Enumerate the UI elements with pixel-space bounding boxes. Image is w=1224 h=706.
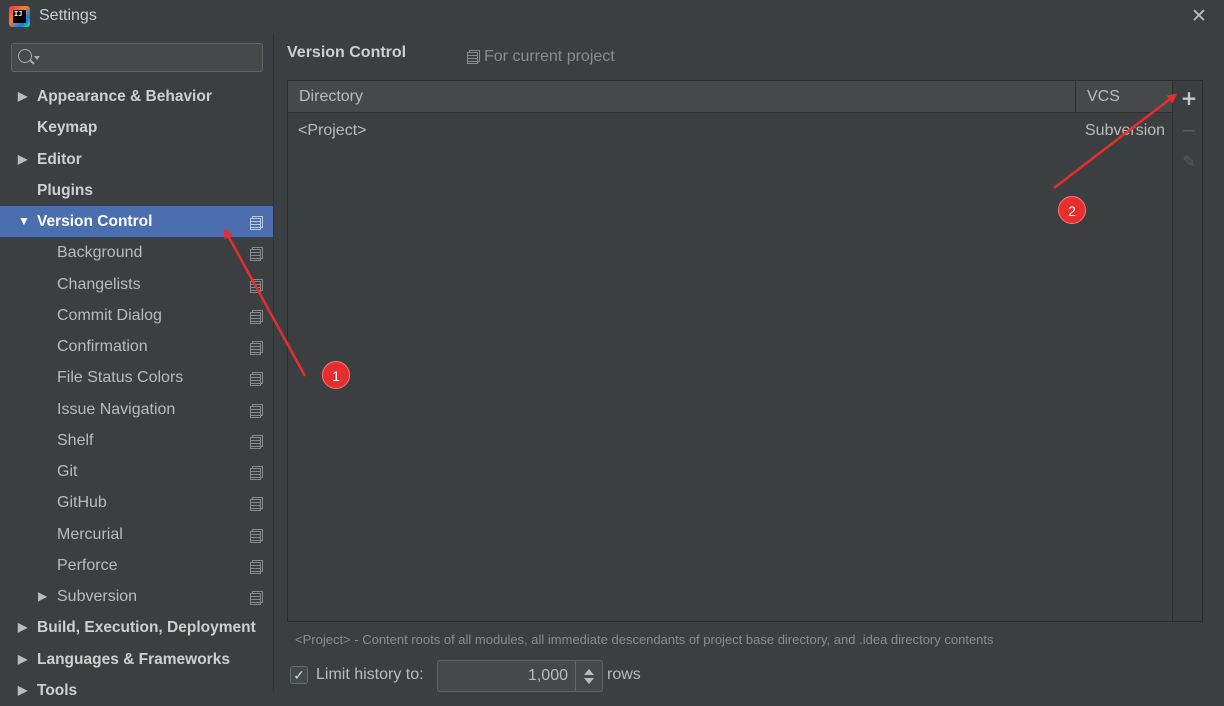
intellij-logo-icon: IJ [9,6,30,27]
window-title: Settings [39,7,97,24]
table-toolbar: + − ✎ [1172,81,1202,621]
sidebar-item-label: Languages & Frameworks [37,650,230,668]
scope-indicator: For current project [467,48,615,66]
sidebar-item-perforce[interactable]: Perforce [0,550,273,581]
sidebar-item-label: Build, Execution, Deployment [37,619,256,637]
sidebar-item-label: Background [57,244,143,262]
sidebar-item-label: Mercurial [57,525,123,543]
search-input[interactable] [44,47,256,68]
column-header-directory[interactable]: Directory [288,81,1076,112]
search-icon [18,49,32,63]
table-row[interactable]: <Project> Subversion [288,115,1172,147]
column-header-vcs[interactable]: VCS [1076,81,1172,112]
sidebar-item-keymap[interactable]: Keymap [0,112,273,143]
sidebar-item-background[interactable]: Background [0,237,273,268]
collapsed-arrow-icon[interactable]: ▶ [18,612,27,643]
remove-mapping-button[interactable]: − [1178,119,1200,141]
sidebar-item-git[interactable]: Git [0,456,273,487]
sidebar-item-subversion[interactable]: ▶ Subversion [0,581,273,612]
close-icon[interactable]: ✕ [1188,5,1210,27]
project-scope-icon [250,278,263,293]
rows-unit-label: rows [607,666,641,683]
project-footnote: <Project> - Content roots of all modules… [295,632,994,647]
search-options-chevron-icon[interactable] [34,56,40,60]
project-scope-icon [250,528,263,543]
sidebar-item-label: Keymap [37,119,98,137]
sidebar-item-editor[interactable]: ▶ Editor [0,144,273,175]
annotation-badge-2: 2 [1058,196,1086,224]
settings-sidebar: ▶ Appearance & Behavior Keymap ▶ Editor Plugi… [0,34,273,699]
vcs-mappings-table: Directory VCS <Project> Subversion + − ✎ [287,80,1203,622]
project-scope-icon [250,372,263,387]
sidebar-item-issue-navigation[interactable]: Issue Navigation [0,394,273,425]
project-scope-icon [250,341,263,355]
collapsed-arrow-icon[interactable]: ▶ [18,675,27,706]
project-scope-icon [250,247,263,262]
history-limit-spinner[interactable] [437,660,603,692]
project-scope-icon [250,466,263,480]
sidebar-item-label: Commit Dialog [57,306,162,324]
title-bar: IJ Settings ✕ [0,0,1224,34]
collapsed-arrow-icon[interactable]: ▶ [18,81,27,112]
sidebar-item-label: Confirmation [57,338,148,355]
spinner-up-icon[interactable] [584,669,594,675]
sidebar-item-version-control[interactable]: ▼ Version Control [0,206,273,237]
sidebar-item-confirmation[interactable]: Confirmation [0,331,273,362]
sidebar-item-label: Issue Navigation [57,400,176,418]
spinner-down-icon[interactable] [584,678,594,684]
expanded-arrow-icon[interactable]: ▼ [18,206,30,237]
sidebar-item-label: File Status Colors [57,369,184,387]
sidebar-item-label: Shelf [57,431,94,449]
sidebar-item-build-execution-deployment[interactable]: ▶ Build, Execution, Deployment [0,612,273,643]
sidebar-item-languages-frameworks[interactable]: ▶ Languages & Frameworks [0,644,273,675]
sidebar-item-label: Changelists [57,275,141,293]
sidebar-item-label: Editor [37,150,82,168]
sidebar-item-github[interactable]: GitHub [0,487,273,518]
sidebar-item-plugins[interactable]: Plugins [0,175,273,206]
project-scope-icon [250,591,263,605]
spinner-arrows [575,661,602,691]
collapsed-arrow-icon[interactable]: ▶ [18,144,27,175]
collapsed-arrow-icon[interactable]: ▶ [18,644,27,675]
edit-mapping-button[interactable]: ✎ [1178,151,1200,173]
sidebar-item-shelf[interactable]: Shelf [0,425,273,456]
search-field[interactable] [11,43,263,72]
project-scope-icon [250,559,263,574]
sidebar-item-file-status-colors[interactable]: File Status Colors [0,362,273,393]
sidebar-item-label: Git [57,463,78,480]
project-scope-icon [467,50,480,64]
sidebar-item-label: Perforce [57,556,118,574]
sidebar-item-label: Subversion [57,588,138,605]
sidebar-item-label: Plugins [37,181,93,199]
sidebar-item-label: GitHub [57,494,107,512]
sidebar-item-changelists[interactable]: Changelists [0,269,273,300]
vcs-cell: Subversion [1085,122,1166,139]
sidebar-item-label: Tools [37,681,78,699]
sidebar-item-commit-dialog[interactable]: Commit Dialog [0,300,273,331]
table-header: Directory VCS [288,81,1172,113]
sidebar-item-label: Version Control [37,213,153,230]
page-title: Version Control [287,44,407,61]
project-scope-icon [250,497,263,512]
project-scope-icon [250,434,263,449]
project-scope-icon [250,309,263,324]
scope-label: For current project [484,48,615,65]
limit-history-checkbox[interactable]: ✓ [290,666,308,684]
add-mapping-button[interactable]: + [1178,87,1200,109]
sidebar-item-mercurial[interactable]: Mercurial [0,519,273,550]
directory-cell: <Project> [298,122,367,139]
sidebar-item-appearance-behavior[interactable]: ▶ Appearance & Behavior [0,81,273,112]
project-scope-icon [250,403,263,418]
sidebar-item-tools[interactable]: ▶ Tools [0,675,273,706]
annotation-badge-1: 1 [322,361,350,389]
sidebar-item-label: Appearance & Behavior [37,88,212,105]
limit-history-label: Limit history to: [316,666,424,683]
collapsed-arrow-icon[interactable]: ▶ [38,581,47,612]
sidebar-divider [273,34,274,692]
project-scope-icon [250,216,263,230]
history-limit-input[interactable] [442,665,570,687]
